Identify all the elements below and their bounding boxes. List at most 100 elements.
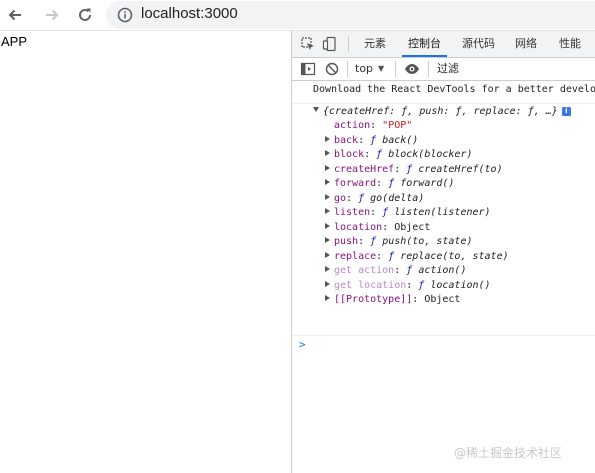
object-preview[interactable]: {createHref: ƒ, push: ƒ, replace: ƒ, …} i [313,105,571,119]
property-separator: : [412,294,425,305]
toolbar-separator [395,61,396,77]
context-value: top [355,62,374,75]
console-toolbar: top ▼ [292,58,595,81]
expand-triangle-icon[interactable] [325,295,330,301]
property-separator: : [376,250,389,262]
object-property-row[interactable]: block: ƒ block(blocker) [325,148,473,162]
property-value: createHref(to) [418,163,503,175]
url-text: localhost:3000 [141,5,238,22]
expand-triangle-icon[interactable] [325,280,330,287]
app-text: APP [1,34,28,49]
console-prompt[interactable]: > [299,338,306,351]
property-value: replace(to, state) [400,250,509,262]
back-arrow-icon[interactable] [4,4,26,26]
property-key: get location [334,279,407,291]
property-key: forward [334,178,377,189]
expand-triangle-icon[interactable] [325,164,330,171]
function-icon: ƒ [376,149,389,160]
console-divider [292,335,595,336]
tab-network[interactable]: 网络 [515,31,537,57]
property-key: block [334,149,365,160]
expand-triangle-icon[interactable] [325,193,330,200]
expand-triangle-icon[interactable] [313,107,319,112]
browser-toolbar: localhost:3000 [0,0,595,31]
property-separator: : [358,134,371,146]
function-icon: ƒ [370,236,383,247]
toolbar-separator [428,61,429,77]
info-badge-icon[interactable]: i [561,107,571,116]
function-icon: ƒ [388,250,401,262]
object-property-row: action: "POP" [334,119,412,133]
expand-triangle-icon[interactable] [325,237,330,243]
caret-down-icon: ▼ [378,64,385,73]
info-icon[interactable] [117,7,133,27]
eye-icon[interactable] [404,61,420,81]
property-value: Object [424,294,461,305]
object-property-row[interactable]: listen: ƒ listen(listener) [325,206,491,220]
function-icon: ƒ [358,192,371,204]
device-toolbar-icon[interactable] [322,36,338,52]
object-property-row[interactable]: push: ƒ push(to, state) [325,235,473,249]
object-property-row[interactable]: createHref: ƒ createHref(to) [325,163,503,177]
context-select[interactable]: top ▼ [355,61,384,77]
sidebar-toggle-icon[interactable] [300,61,316,81]
object-property-row[interactable]: go: ƒ go(delta) [325,192,424,206]
property-key: [[Prototype]] [334,294,413,305]
watermark: @稀土掘金技术社区 [454,446,563,460]
console-message: Download the React DevTools for a better… [292,81,595,104]
property-separator: : [382,221,395,233]
object-preview-text: {createHref: ƒ, push: ƒ, replace: ƒ, …} [323,106,558,117]
property-separator: : [376,178,389,189]
object-property-row[interactable]: location: Object [325,221,430,235]
tab-console[interactable]: 控制台 [402,31,447,57]
property-value: "POP" [382,120,413,131]
function-icon: ƒ [382,207,395,218]
property-key: createHref [334,163,395,175]
property-separator: : [370,207,383,218]
object-property-row[interactable]: replace: ƒ replace(to, state) [325,250,509,264]
property-separator: : [406,279,419,291]
expand-triangle-icon[interactable] [325,150,330,156]
expand-triangle-icon[interactable] [325,208,330,214]
object-property-row[interactable]: get location: ƒ location() [325,279,491,293]
page-viewport: APP [0,31,291,473]
function-icon: ƒ [418,279,431,291]
devtools-tab-bar: 元素 控制台 源代码 网络 性能 [292,31,595,58]
property-separator: : [346,192,359,204]
filter-input[interactable] [434,60,595,77]
function-icon: ƒ [370,134,383,146]
tab-performance[interactable]: 性能 [559,31,581,57]
clear-console-icon[interactable] [324,61,340,81]
property-separator: : [370,120,383,131]
object-property-row[interactable]: get action: ƒ action() [325,264,466,278]
function-icon: ƒ [406,265,419,276]
tab-sources[interactable]: 源代码 [462,31,495,57]
forward-arrow-icon[interactable] [41,4,63,26]
property-value: back() [382,134,419,146]
expand-triangle-icon[interactable] [325,179,330,185]
expand-triangle-icon[interactable] [325,222,330,229]
expand-triangle-icon[interactable] [325,266,330,272]
property-separator: : [364,149,377,160]
property-key: push [334,236,359,247]
object-property-row[interactable]: forward: ƒ forward() [325,177,454,191]
property-key: get action [334,265,395,276]
toolbar-separator [347,61,348,77]
inspect-element-icon[interactable] [300,36,316,52]
expand-triangle-icon[interactable] [325,135,330,142]
reload-icon[interactable] [74,4,96,26]
tab-elements[interactable]: 元素 [364,31,386,57]
property-value: action() [418,265,467,276]
property-key: location [334,221,383,233]
property-key: replace [334,250,377,262]
expand-triangle-icon[interactable] [325,251,330,258]
property-key: back [334,134,359,146]
property-value: Object [394,221,431,233]
object-property-row[interactable]: back: ƒ back() [325,134,418,148]
property-key: go [334,192,347,204]
property-key: action [334,120,371,131]
property-value: push(to, state) [382,236,473,247]
object-property-row[interactable]: [[Prototype]]: Object [325,293,460,307]
address-bar[interactable]: localhost:3000 [106,1,595,29]
function-icon: ƒ [406,163,419,175]
